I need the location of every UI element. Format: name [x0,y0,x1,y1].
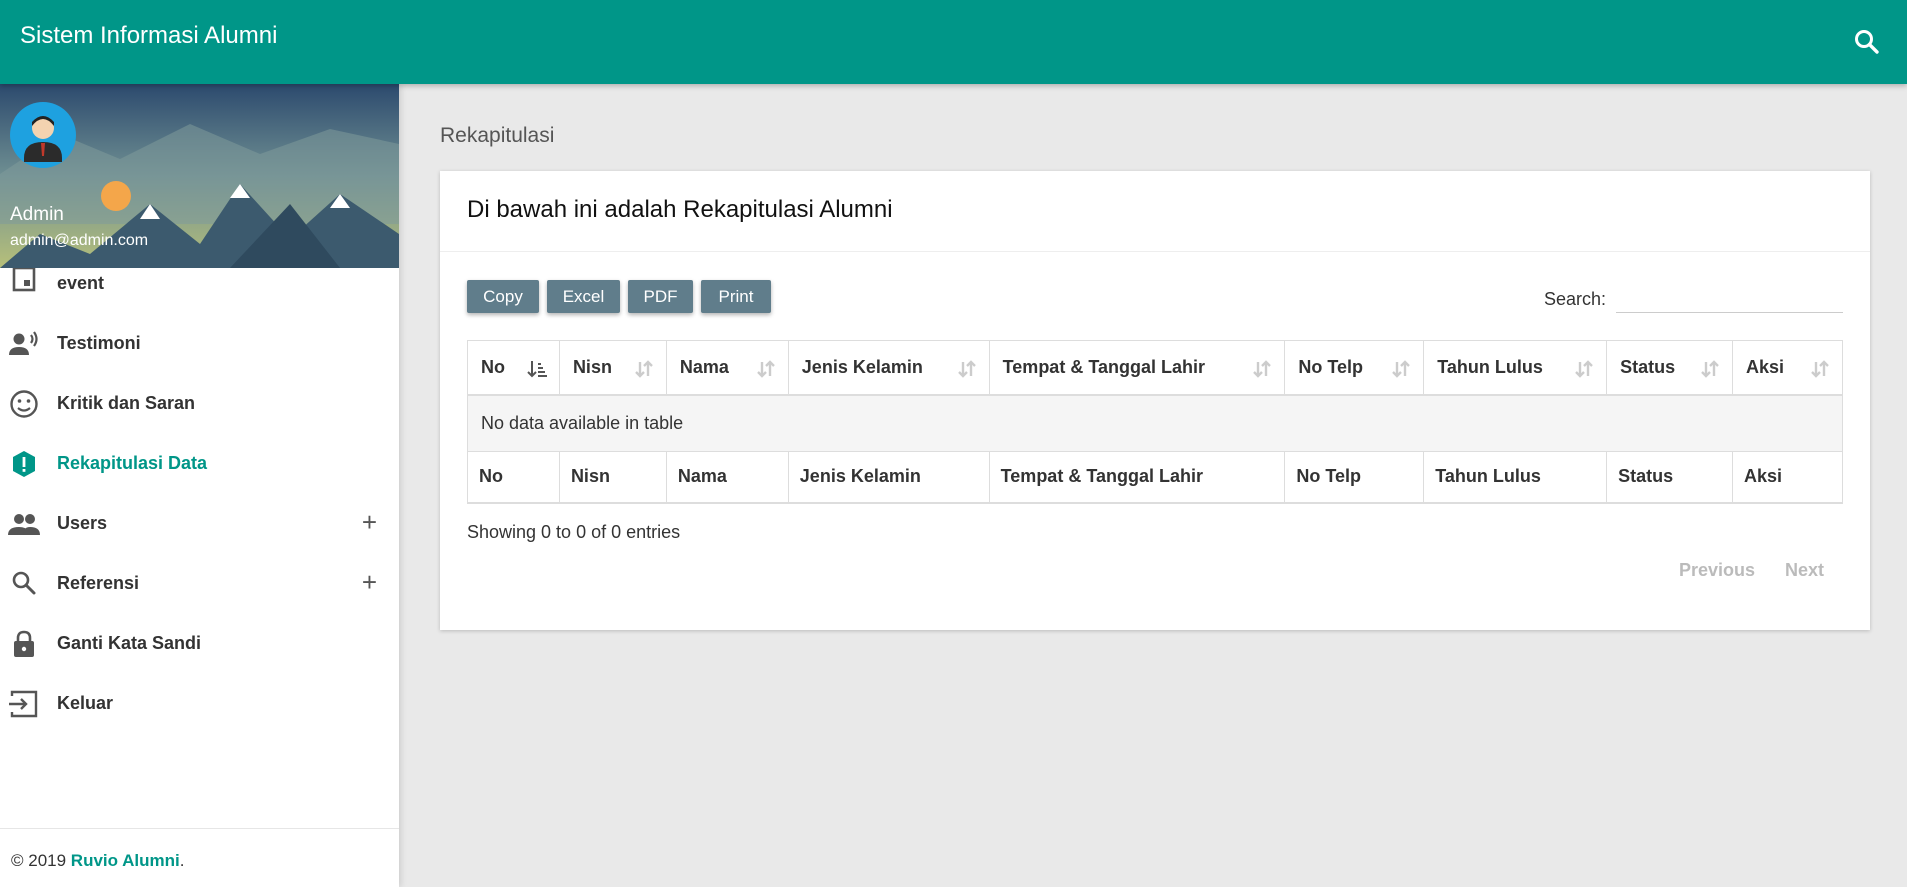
record-voice-icon [8,328,40,360]
sort-icon [1253,360,1272,378]
alert-icon [8,448,40,480]
sidebar-item-kritik-dan-saran[interactable]: Kritik dan Saran [0,374,399,434]
sort-icon [635,360,653,378]
pdf-button[interactable]: PDF [628,280,693,313]
column-footer-status: Status [1606,451,1733,504]
print-button[interactable]: Print [701,280,771,313]
sidebar-item-label: Rekapitulasi Data [57,453,208,473]
sidebar-item-label: Referensi [57,573,140,593]
sidebar-item-label: Kritik dan Saran [57,393,196,413]
column-header-status[interactable]: Status [1606,340,1733,396]
content-card: Di bawah ini adalah Rekapitulasi Alumni … [440,171,1870,630]
sort-ascending-icon [527,361,547,378]
sort-icon [1701,360,1719,378]
sidebar-item-label: event [57,273,105,293]
copyright-text: © 2019 Ruvio Alumni. [11,851,185,870]
column-footer-no: No [467,451,560,504]
search-input[interactable] [1616,283,1843,313]
sidebar-item-label: Users [57,513,108,533]
search-label: Search: [1544,289,1607,309]
sidebar-item-rekapitulasi-data[interactable]: Rekapitulasi Data [0,434,399,494]
column-footer-jenis-kelamin: Jenis Kelamin [787,451,990,504]
sort-icon [1575,360,1593,378]
column-header-tahun-lulus[interactable]: Tahun Lulus [1423,340,1608,396]
smiley-face-icon [8,388,40,420]
column-header-no-telp[interactable]: No Telp [1284,340,1425,396]
copy-button[interactable]: Copy [467,280,539,313]
table-row: No data available in table [467,394,1843,452]
search-icon [8,568,40,600]
sidebar-item-event[interactable]: event [0,254,399,314]
avatar[interactable] [10,102,76,168]
left-sidebar: Admin admin@admin.com event Testimoni Kr… [0,84,399,887]
previous-page-button[interactable]: Previous [1679,560,1755,581]
column-header-tempat-tanggal-lahir[interactable]: Tempat & Tanggal Lahir [988,340,1286,396]
logout-icon [8,688,40,720]
user-info-panel: Admin admin@admin.com [0,84,399,268]
sidebar-item-label: Keluar [57,693,114,713]
empty-table-message: No data available in table [467,394,1843,452]
column-header-no[interactable]: No [467,340,560,396]
app-title[interactable]: Sistem Informasi Alumni [20,22,277,50]
column-footer-nisn: Nisn [558,451,667,504]
search-icon[interactable] [1847,22,1887,62]
column-footer-tahun-lulus: Tahun Lulus [1423,451,1608,504]
excel-button[interactable]: Excel [547,280,620,313]
column-header-aksi[interactable]: Aksi [1732,340,1843,396]
sidebar-item-users[interactable]: Users + [0,494,399,554]
sidebar-item-label: Ganti Kata Sandi [57,633,202,653]
brand-link[interactable]: Ruvio Alumni [71,851,180,870]
next-page-button[interactable]: Next [1785,560,1824,581]
column-header-nisn[interactable]: Nisn [558,340,667,396]
user-name: Admin [10,204,64,225]
column-footer-no-telp: No Telp [1284,451,1425,504]
top-navbar: Sistem Informasi Alumni [0,0,1907,84]
sort-icon [756,360,775,378]
lock-icon [8,628,40,660]
column-header-nama[interactable]: Nama [665,340,789,396]
sidebar-item-keluar[interactable]: Keluar [0,674,399,734]
sort-icon [1392,360,1411,378]
user-email: admin@admin.com [10,232,149,249]
sidebar-item-testimoni[interactable]: Testimoni [0,314,399,374]
column-header-jenis-kelamin[interactable]: Jenis Kelamin [787,340,990,396]
sidebar-footer: © 2019 Ruvio Alumni. [0,828,399,887]
expand-icon[interactable]: + [362,507,377,538]
sort-icon [1811,360,1829,378]
sidebar-item-ganti-kata-sandi[interactable]: Ganti Kata Sandi [0,614,399,674]
alumni-table: No Nisn Nama Jenis Kelamin Tempat & Tang… [467,340,1843,504]
expand-icon[interactable]: + [362,567,377,598]
column-footer-nama: Nama [665,451,789,504]
page-title: Rekapitulasi [440,124,555,147]
table-info: Showing 0 to 0 of 0 entries [467,522,681,542]
sidebar-item-referensi[interactable]: Referensi + [0,554,399,614]
sort-icon [957,360,976,378]
sidebar-item-label: Testimoni [57,333,141,353]
event-icon [8,266,40,300]
card-header: Di bawah ini adalah Rekapitulasi Alumni [440,171,1870,252]
column-footer-tempat-tanggal-lahir: Tempat & Tanggal Lahir [988,451,1286,504]
column-footer-aksi: Aksi [1732,451,1843,504]
people-icon [8,508,40,540]
card-title: Di bawah ini adalah Rekapitulasi Alumni [467,196,893,223]
